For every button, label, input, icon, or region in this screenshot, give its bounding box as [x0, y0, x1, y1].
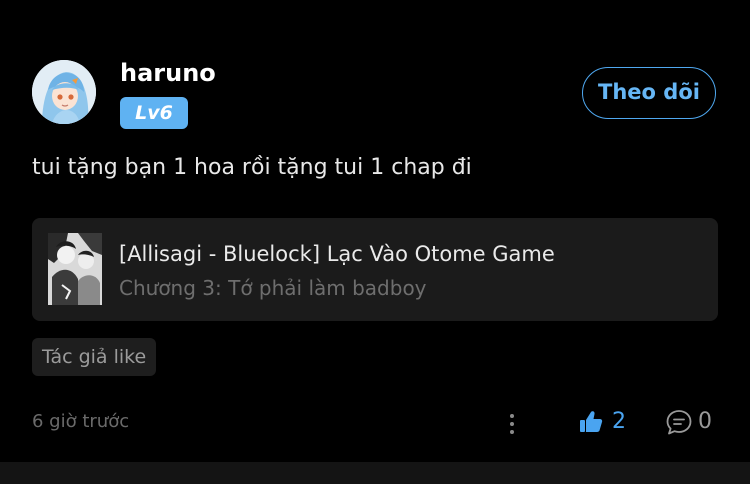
comment-count: 0	[698, 409, 712, 434]
like-count: 2	[612, 409, 626, 434]
comment-button[interactable]: 0	[665, 406, 712, 438]
section-divider	[0, 462, 750, 484]
timestamp: 6 giờ trước	[32, 411, 130, 432]
avatar[interactable]	[32, 60, 96, 124]
story-cover-icon	[48, 233, 102, 305]
story-title: [Allisagi - Bluelock] Lạc Vào Otome Game	[119, 242, 555, 266]
username[interactable]: haruno	[120, 58, 216, 88]
more-vertical-icon	[510, 414, 514, 434]
follow-button[interactable]: Theo dõi	[582, 67, 716, 119]
anime-avatar-icon	[32, 60, 96, 124]
like-button[interactable]: 2	[578, 406, 626, 438]
story-card[interactable]: [Allisagi - Bluelock] Lạc Vào Otome Game…	[32, 218, 718, 321]
story-chapter: Chương 3: Tớ phải làm badboy	[119, 276, 427, 300]
thumbs-up-icon	[580, 411, 603, 432]
story-cover-image	[48, 233, 102, 305]
more-options-button[interactable]	[500, 410, 524, 438]
level-badge: Lv6	[120, 97, 188, 129]
post-content: tui tặng bạn 1 hoa rồi tặng tui 1 chap đ…	[32, 155, 472, 180]
comment-icon	[666, 410, 692, 435]
tag-chip[interactable]: Tác giả like	[32, 338, 157, 376]
